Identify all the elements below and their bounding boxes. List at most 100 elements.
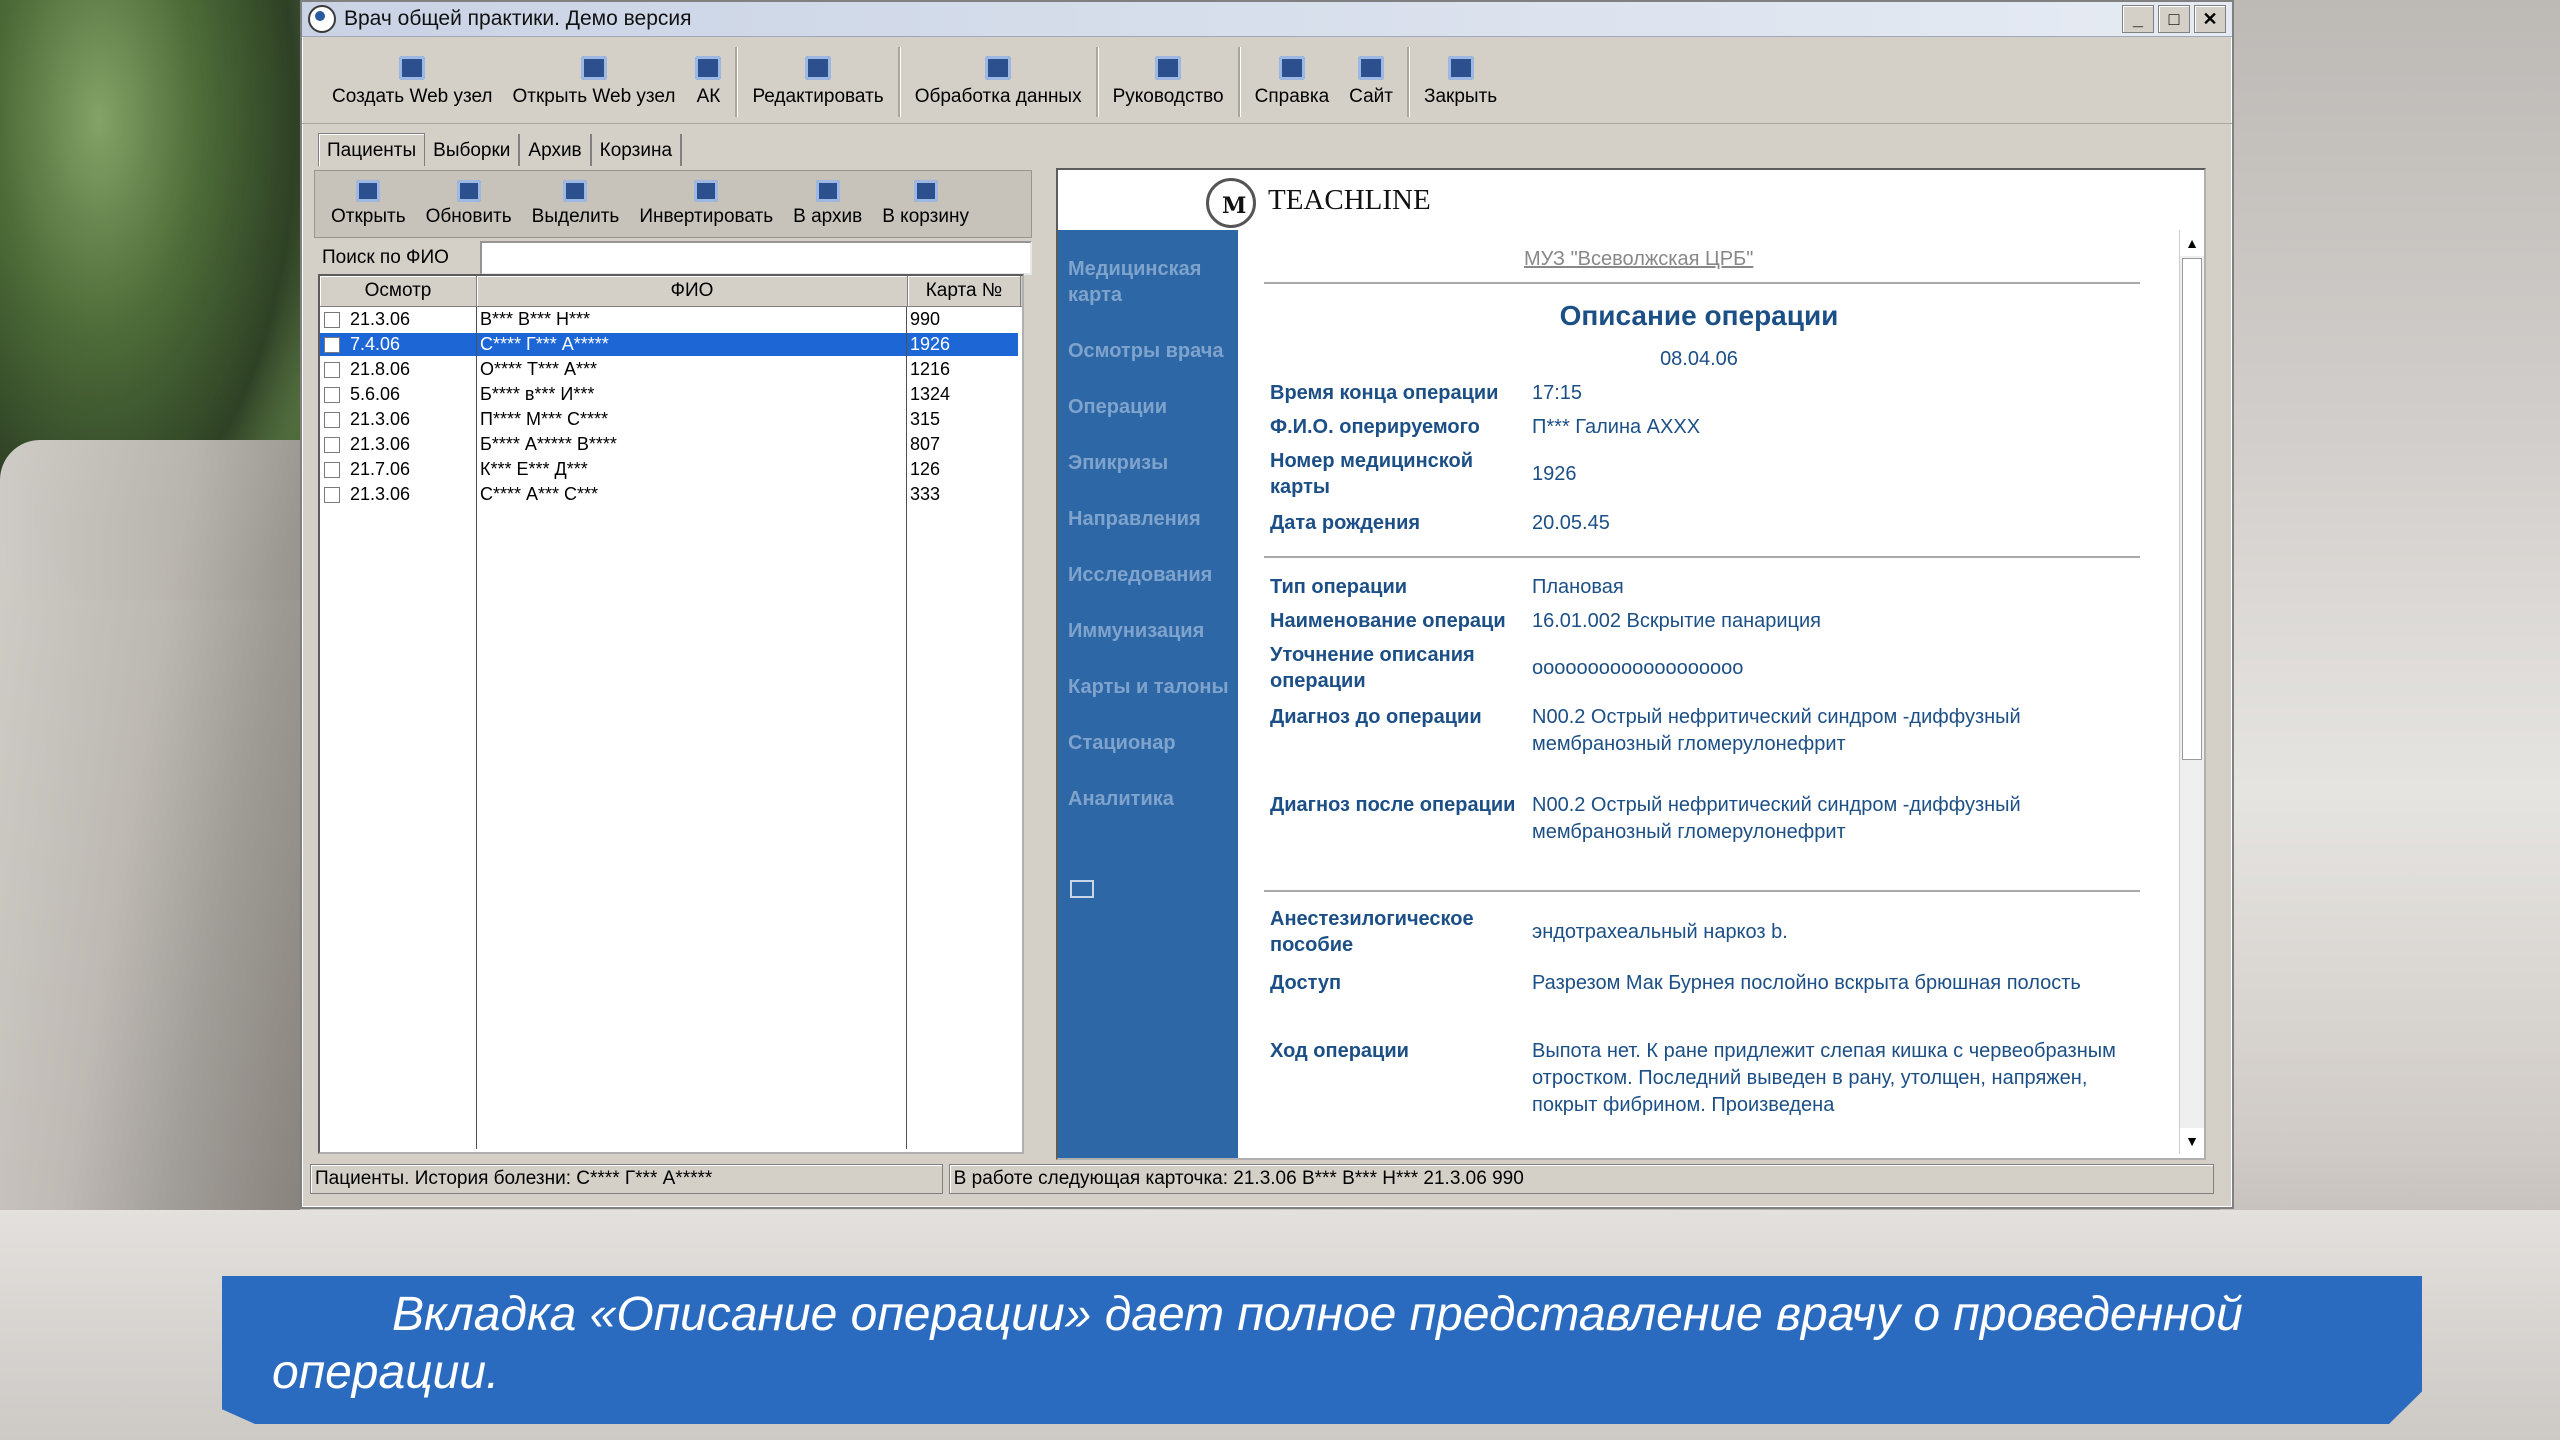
invert-icon xyxy=(694,180,719,202)
field-course: Ход операции Выпота нет. К ране придлежи… xyxy=(1270,1038,2140,1119)
row-checkbox[interactable] xyxy=(324,336,340,353)
toolbar-divider xyxy=(1237,47,1241,117)
table-row[interactable]: 21.7.06 К*** Е*** Д*** 126 xyxy=(320,457,1022,482)
close-button[interactable]: ✕ xyxy=(2194,5,2226,33)
sidebar-item-epicrises[interactable]: Эпикризы xyxy=(1058,450,1238,476)
sidebar-item-medical-card[interactable]: Медицинская карта xyxy=(1058,256,1238,308)
select-icon xyxy=(563,180,588,202)
doc-header: TEACHLINE xyxy=(1058,170,2204,230)
row-checkbox[interactable] xyxy=(324,311,340,328)
sidebar-item-cards[interactable]: Карты и талоны xyxy=(1058,674,1238,700)
to-archive-button[interactable]: В архив xyxy=(783,180,872,228)
table-row[interactable]: 21.3.06 С**** А*** С*** 333 xyxy=(320,482,1022,507)
to-trash-label: В корзину xyxy=(882,206,969,227)
patients-toolbar: Открыть Обновить Выделить Инвертировать … xyxy=(314,170,1032,238)
edit-button[interactable]: Редактировать xyxy=(742,41,893,123)
select-label: Выделить xyxy=(531,206,620,227)
site-button[interactable]: Сайт xyxy=(1339,41,1403,123)
row-name: Б**** в*** И*** xyxy=(480,384,595,404)
tab-selections[interactable]: Выборки xyxy=(425,134,521,166)
web-create-icon xyxy=(399,56,426,80)
row-checkbox[interactable] xyxy=(324,361,340,378)
field-label: Дата рождения xyxy=(1270,512,1421,534)
tab-trash[interactable]: Корзина xyxy=(592,134,683,166)
help-button[interactable]: Справка xyxy=(1245,41,1340,123)
row-checkbox[interactable] xyxy=(324,436,340,453)
app-window: Врач общей практики. Демо версия _ □ ✕ С… xyxy=(300,0,2234,1209)
row-name: С**** А*** С*** xyxy=(480,484,599,504)
select-button[interactable]: Выделить xyxy=(522,180,630,228)
row-date: 21.3.06 xyxy=(350,434,411,454)
open-web-button[interactable]: Открыть Web узел xyxy=(503,41,686,123)
table-row[interactable]: 21.3.06 В*** В*** Н*** 990 xyxy=(320,307,1022,332)
document-viewer: Медицинская карта Осмотры врача Операции… xyxy=(1056,168,2206,1160)
edit-label: Редактировать xyxy=(752,86,884,107)
close-x-icon xyxy=(1447,56,1474,80)
field-value: П*** Галина АХХХ xyxy=(1532,416,1701,438)
sidebar-item-immunization[interactable]: Иммунизация xyxy=(1058,618,1238,644)
field-anesthesia: Анестезилогическое пособие эндотрахеальн… xyxy=(1270,906,2140,958)
doc-scrollbar[interactable]: ▲ ▼ xyxy=(2179,230,2204,1154)
open-icon xyxy=(356,180,381,202)
row-checkbox[interactable] xyxy=(324,486,340,503)
row-checkbox[interactable] xyxy=(324,411,340,428)
search-row: Поиск по ФИО xyxy=(314,240,1032,276)
tab-archive[interactable]: Архив xyxy=(520,134,592,166)
title-bar[interactable]: Врач общей практики. Демо версия _ □ ✕ xyxy=(302,2,2232,37)
manual-icon xyxy=(1155,56,1182,80)
org-link[interactable]: МУЗ "Всеволжская ЦРБ" xyxy=(1524,248,1753,271)
ak-button[interactable]: АК xyxy=(685,41,731,123)
row-card: 1324 xyxy=(910,384,951,404)
sidebar-item-exams[interactable]: Осмотры врача xyxy=(1058,338,1238,364)
field-label: Уточнение описания операции xyxy=(1270,644,1475,692)
table-row[interactable]: 21.8.06 О**** Т*** А*** 1216 xyxy=(320,357,1022,382)
row-date: 21.3.06 xyxy=(350,409,411,429)
manual-button[interactable]: Руководство xyxy=(1103,41,1234,123)
open-record-button[interactable]: Открыть xyxy=(321,180,416,228)
row-name: Б**** А***** В**** xyxy=(480,434,617,454)
sidebar-item-hospital[interactable]: Стационар xyxy=(1058,730,1238,756)
sidebar-item-operations[interactable]: Операции xyxy=(1058,394,1238,420)
scroll-down-icon[interactable]: ▼ xyxy=(2180,1128,2204,1154)
minimize-button[interactable]: _ xyxy=(2122,5,2154,33)
table-header: Осмотр ФИО Карта № xyxy=(320,276,1022,307)
column-header-exam[interactable]: Осмотр xyxy=(320,276,477,306)
help-icon xyxy=(1278,56,1305,80)
row-checkbox[interactable] xyxy=(324,461,340,478)
table-row-selected[interactable]: 7.4.06 С**** Г*** А***** 1926 xyxy=(320,332,1022,357)
field-label: Номер медицинской карты xyxy=(1270,450,1474,498)
status-left: Пациенты. История болезни: С**** Г*** А*… xyxy=(310,1164,943,1194)
table-row[interactable]: 21.3.06 Б**** А***** В**** 807 xyxy=(320,432,1022,457)
caption-text: Вкладка «Описание операции» дает полное … xyxy=(272,1288,2243,1399)
close-app-button[interactable]: Закрыть xyxy=(1414,41,1507,123)
sidebar-item-studies[interactable]: Исследования xyxy=(1058,562,1238,588)
table-row[interactable]: 5.6.06 Б**** в*** И*** 1324 xyxy=(320,382,1022,407)
mail-icon[interactable] xyxy=(1070,880,1094,898)
row-name: С**** Г*** А***** xyxy=(476,333,906,356)
tab-patients[interactable]: Пациенты xyxy=(318,133,426,166)
field-patient-name: Ф.И.О. оперируемого П*** Галина АХХХ xyxy=(1270,414,2140,441)
field-birth-date: Дата рождения 20.05.45 xyxy=(1270,510,2140,537)
to-trash-button[interactable]: В корзину xyxy=(872,180,979,228)
row-checkbox[interactable] xyxy=(324,386,340,403)
field-label: Анестезилогическое пособие xyxy=(1270,908,1474,956)
data-processing-icon xyxy=(985,56,1012,80)
create-web-button[interactable]: Создать Web узел xyxy=(322,41,503,123)
search-input[interactable] xyxy=(480,241,1032,275)
divider xyxy=(1264,890,2140,892)
invert-button[interactable]: Инвертировать xyxy=(629,180,783,228)
data-processing-button[interactable]: Обработка данных xyxy=(905,41,1092,123)
sidebar-item-referrals[interactable]: Направления xyxy=(1058,506,1238,532)
invert-label: Инвертировать xyxy=(639,206,774,227)
field-label: Время конца операции xyxy=(1270,382,1499,404)
scroll-up-icon[interactable]: ▲ xyxy=(2180,230,2204,256)
table-row[interactable]: 21.3.06 П**** М*** С**** 315 xyxy=(320,407,1022,432)
column-header-name[interactable]: ФИО xyxy=(477,276,908,306)
scroll-thumb[interactable] xyxy=(2182,258,2202,760)
column-header-card[interactable]: Карта № xyxy=(908,276,1021,306)
maximize-button[interactable]: □ xyxy=(2158,5,2190,33)
teachline-logo-icon xyxy=(1206,178,1256,228)
sidebar-item-analytics[interactable]: Аналитика xyxy=(1058,786,1238,812)
column-divider xyxy=(476,307,477,1149)
refresh-button[interactable]: Обновить xyxy=(416,180,522,228)
